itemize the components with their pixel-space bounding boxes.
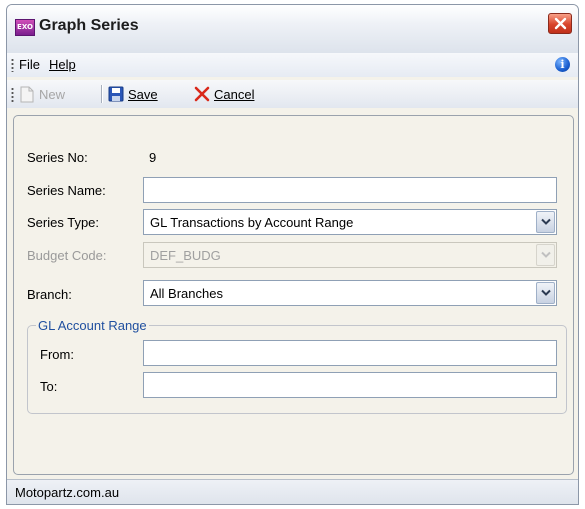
- save-button-label: Save: [128, 86, 158, 102]
- new-button[interactable]: New: [19, 84, 65, 104]
- series-type-value: GL Transactions by Account Range: [150, 215, 354, 230]
- gl-account-range-group: GL Account Range: [27, 318, 567, 414]
- gl-to-label: To:: [40, 379, 58, 394]
- title-bar[interactable]: EXO Graph Series: [7, 5, 578, 53]
- status-bar: Motopartz.com.au: [7, 479, 578, 504]
- series-type-label: Series Type:: [27, 215, 100, 230]
- series-type-dropdown-button[interactable]: [536, 211, 555, 233]
- info-icon[interactable]: i: [555, 57, 570, 72]
- gl-from-label: From:: [40, 347, 74, 362]
- graph-series-window: EXO Graph Series File Help i New Save Ca…: [6, 4, 579, 505]
- series-type-select[interactable]: GL Transactions by Account Range: [143, 209, 557, 235]
- toolbar-grip-icon[interactable]: [11, 87, 14, 103]
- budget-code-select: DEF_BUDG: [143, 242, 557, 268]
- save-button[interactable]: Save: [108, 84, 158, 104]
- app-icon: EXO: [15, 19, 35, 36]
- chevron-down-icon: [541, 218, 551, 225]
- branch-dropdown-button[interactable]: [536, 282, 555, 304]
- menu-file[interactable]: File: [19, 57, 40, 72]
- window-title: Graph Series: [39, 17, 139, 34]
- cancel-button-label: Cancel: [214, 86, 255, 102]
- menu-bar: File Help i: [7, 53, 578, 77]
- menu-help[interactable]: Help: [49, 57, 76, 72]
- new-button-label: New: [39, 86, 66, 102]
- series-no-value: 9: [149, 150, 157, 165]
- menubar-grip-icon[interactable]: [11, 58, 14, 72]
- budget-code-label: Budget Code:: [27, 248, 107, 263]
- gl-account-range-legend: GL Account Range: [38, 318, 147, 333]
- branch-select[interactable]: All Branches: [143, 280, 557, 306]
- series-no-label: Series No:: [27, 150, 88, 165]
- close-button[interactable]: [548, 13, 572, 34]
- budget-code-value: DEF_BUDG: [150, 248, 221, 263]
- cancel-button[interactable]: Cancel: [194, 84, 254, 104]
- toolbar: New Save Cancel: [7, 80, 578, 108]
- chevron-down-icon: [541, 289, 551, 296]
- floppy-disk-icon: [108, 86, 124, 102]
- close-icon: [554, 17, 567, 30]
- series-name-label: Series Name:: [27, 183, 106, 198]
- gl-from-input[interactable]: [143, 340, 557, 366]
- budget-code-dropdown-button: [536, 244, 555, 266]
- status-text: Motopartz.com.au: [15, 485, 120, 500]
- cancel-x-icon: [194, 86, 210, 102]
- series-name-input[interactable]: [143, 177, 557, 203]
- branch-label: Branch:: [27, 287, 72, 302]
- gl-to-input[interactable]: [143, 372, 557, 398]
- branch-value: All Branches: [150, 286, 223, 301]
- chevron-down-icon: [541, 251, 551, 258]
- toolbar-separator: [101, 85, 103, 103]
- new-document-icon: [20, 86, 34, 102]
